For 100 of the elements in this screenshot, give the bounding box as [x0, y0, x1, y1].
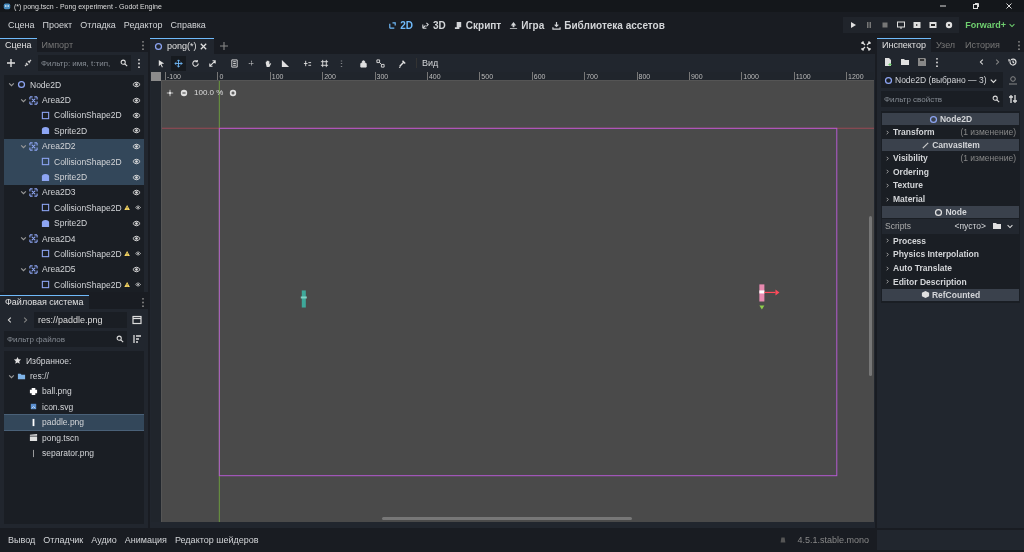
close-icon[interactable] — [1004, 1, 1014, 11]
dock-tab[interactable]: История — [960, 38, 1005, 52]
filter-field[interactable]: Фильтр: имя, t:тип, — [38, 55, 131, 71]
eye-icon[interactable] — [132, 95, 141, 105]
property-group[interactable]: Physics Interpolation — [882, 247, 1019, 261]
file-tree-item[interactable]: paddle.png — [4, 414, 144, 430]
zoom-in-icon[interactable] — [229, 88, 238, 97]
scene-tree-item[interactable]: CollisionShape2D — [4, 246, 144, 262]
dock-tab[interactable]: Узел — [930, 38, 961, 52]
file-tree-item[interactable]: separator.png — [4, 445, 144, 461]
scene-tree-item[interactable]: Node2D — [4, 77, 144, 93]
eye-icon[interactable] — [132, 157, 141, 167]
scene-tree-item[interactable]: Area2D4 — [4, 230, 144, 247]
scene-tree-item[interactable]: CollisionShape2D — [4, 107, 144, 124]
chevron-icon[interactable] — [20, 235, 27, 243]
bottom-panel-tab[interactable]: Аудио — [87, 535, 121, 545]
warning-icon[interactable] — [123, 249, 130, 259]
scene-tree-item[interactable]: Area2D5 — [4, 261, 144, 278]
paddle-sprite[interactable] — [300, 290, 307, 308]
property-group[interactable]: Transform (1 изменение) — [882, 125, 1019, 139]
move-gizmo-drawing[interactable] — [759, 289, 780, 310]
scene-tree-item[interactable]: Area2D3 — [4, 184, 144, 201]
tools-icon[interactable] — [1006, 92, 1020, 106]
warning-icon[interactable] — [123, 280, 130, 290]
object-selector[interactable]: Node2D (выбрано — 3) — [881, 72, 1003, 88]
eye-icon[interactable] — [134, 249, 141, 259]
path-field[interactable]: res://paddle.png — [34, 312, 127, 328]
main-screen-button[interactable]: 2D — [384, 17, 418, 33]
file-tree-item[interactable]: res:// — [4, 368, 144, 384]
filter-field[interactable]: Фильтр файлов — [4, 331, 127, 347]
bottom-panel-tab[interactable]: Отладчик — [39, 535, 88, 545]
history-icon[interactable] — [1006, 55, 1020, 69]
scene-tree-item[interactable]: Area2D2 — [4, 138, 144, 154]
property-group[interactable]: Editor Description — [882, 275, 1019, 289]
scene-tree-item[interactable]: CollisionShape2D — [4, 200, 144, 216]
scene-tree-item[interactable]: Area2D — [4, 92, 144, 108]
chevron-icon[interactable] — [20, 96, 27, 104]
property-group[interactable]: Auto Translate — [882, 261, 1019, 275]
eye-icon[interactable] — [132, 172, 141, 182]
file-tree-item[interactable]: ball.png — [4, 383, 144, 400]
dock-tab[interactable]: Импорт — [36, 38, 78, 52]
layout-icon[interactable] — [130, 313, 144, 327]
close-icon[interactable] — [198, 41, 208, 51]
move-icon[interactable] — [171, 55, 186, 71]
bottom-panel-tab[interactable]: Анимация — [120, 535, 171, 545]
property-group[interactable]: Visibility (1 изменение) — [882, 151, 1019, 165]
menu-item[interactable]: Справка — [166, 20, 210, 30]
sort-icon[interactable] — [130, 332, 144, 346]
scene-tree-item[interactable]: Sprite2D — [4, 215, 144, 231]
dock-tab[interactable]: Инспектор — [877, 38, 931, 52]
property-group[interactable]: Texture — [882, 178, 1019, 193]
menu-item[interactable]: Отладка — [76, 20, 120, 30]
chevron-icon[interactable] — [20, 142, 27, 150]
renderer-dropdown[interactable]: Forward+ — [959, 20, 1008, 30]
selected-paddle-sprite[interactable] — [759, 284, 765, 302]
main-screen-button[interactable]: Библиотека ассетов — [548, 17, 669, 33]
chevron-icon[interactable] — [20, 188, 27, 196]
eye-icon[interactable] — [132, 110, 141, 120]
file-tree-item[interactable]: pong.tscn — [4, 429, 144, 446]
scene-tree-item[interactable]: Sprite2D — [4, 123, 144, 139]
scene-tree-item[interactable]: CollisionShape2D — [4, 277, 144, 292]
eye-icon[interactable] — [134, 203, 141, 213]
eye-icon[interactable] — [132, 234, 141, 244]
dock-tab[interactable]: Сцена — [0, 38, 37, 52]
eye-icon[interactable] — [132, 218, 141, 228]
chevron-icon[interactable] — [8, 372, 15, 380]
fullscreen-icon[interactable] — [859, 39, 873, 53]
restore-icon[interactable] — [971, 1, 981, 11]
eye-icon[interactable] — [132, 264, 141, 274]
eye-icon[interactable] — [132, 80, 141, 90]
main-screen-button[interactable]: Скрипт — [449, 17, 506, 33]
main-screen-button[interactable]: Игра — [505, 17, 549, 33]
menu-item[interactable]: Проект — [38, 20, 77, 30]
property-value[interactable]: <пусто> — [950, 221, 990, 232]
vertical-scrollbar[interactable] — [869, 216, 872, 376]
caret-icon[interactable] — [1008, 21, 1016, 29]
center-view-icon[interactable] — [166, 88, 174, 97]
file-tree-item[interactable]: icon.svg — [4, 399, 144, 415]
dock-tab[interactable]: Файловая система — [0, 295, 89, 309]
property-group[interactable]: Material — [882, 192, 1019, 206]
zoom-level[interactable]: 100.0 % — [194, 88, 224, 97]
property-group[interactable]: Process — [882, 234, 1019, 248]
menu-item[interactable]: Редактор — [119, 20, 167, 30]
filter-field[interactable]: Фильтр свойств — [881, 91, 1003, 107]
eye-icon[interactable] — [132, 187, 141, 197]
zoom-out-icon[interactable] — [180, 88, 188, 97]
horizontal-scrollbar[interactable] — [382, 517, 632, 520]
chevron-icon[interactable] — [8, 81, 15, 89]
menu-item[interactable]: Сцена — [4, 20, 39, 30]
scene-tab[interactable]: pong(*) — [150, 38, 214, 54]
scene-tree-item[interactable]: Sprite2D — [4, 169, 144, 185]
save-icon[interactable] — [915, 55, 929, 69]
eye-icon[interactable] — [132, 126, 141, 136]
chevron-icon[interactable] — [20, 265, 27, 273]
add-icon[interactable] — [4, 56, 18, 70]
view-menu[interactable]: Вид — [416, 58, 444, 68]
bottom-panel-tab[interactable]: Редактор шейдеров — [170, 535, 263, 545]
eye-icon[interactable] — [132, 141, 141, 151]
bottom-panel-tab[interactable]: Вывод — [4, 535, 40, 545]
eye-icon[interactable] — [134, 280, 141, 290]
